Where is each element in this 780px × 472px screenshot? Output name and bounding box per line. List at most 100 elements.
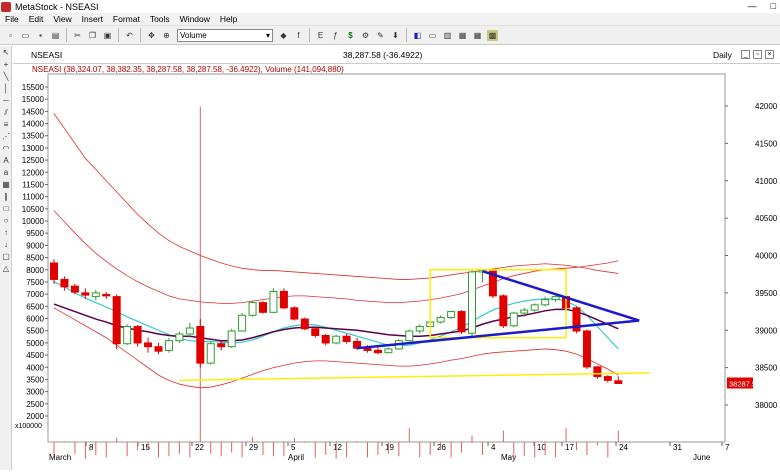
left-axis-label: 14000 xyxy=(22,120,45,129)
right-axis-label: 42000 xyxy=(755,102,778,111)
left-axis-label: 11000 xyxy=(22,193,44,202)
candle-body xyxy=(259,302,267,313)
layout-2-icon[interactable]: ▥ xyxy=(442,30,453,41)
candle-body xyxy=(405,330,414,342)
expert-icon[interactable]: ✎ xyxy=(375,30,386,41)
save-icon[interactable]: ▪ xyxy=(35,30,46,41)
zoom-icon[interactable]: ⊕ xyxy=(161,30,172,41)
left-axis-label: 4500 xyxy=(26,351,44,360)
menu-insert[interactable]: Insert xyxy=(77,14,108,24)
candle-body xyxy=(133,326,142,344)
candle-body xyxy=(321,334,330,344)
downloader-icon[interactable]: ⬇ xyxy=(390,30,401,41)
layout-4-icon[interactable]: ▦ xyxy=(472,30,483,41)
x-axis-label: 24 xyxy=(619,443,628,452)
paste-icon[interactable]: ▣ xyxy=(102,30,113,41)
horizontal-line-icon[interactable]: ─ xyxy=(1,95,11,106)
menu-format[interactable]: Format xyxy=(108,14,145,24)
candle-body xyxy=(185,327,194,335)
fx-icon[interactable]: ƒ xyxy=(330,30,341,41)
open-folder-icon[interactable]: ▭ xyxy=(20,30,31,41)
left-axis-label: 13000 xyxy=(22,144,45,153)
explorer-icon[interactable]: E xyxy=(315,30,326,41)
layout-5-icon[interactable]: ▩ xyxy=(487,29,498,41)
square-icon[interactable]: ▢ xyxy=(1,251,11,262)
candle-body xyxy=(175,333,184,342)
pointer-icon[interactable]: ↖ xyxy=(1,47,11,58)
candle-body xyxy=(499,295,508,327)
left-axis-label: 2500 xyxy=(26,400,44,409)
candle-body xyxy=(436,317,445,323)
left-axis-label: 7000 xyxy=(26,290,44,299)
price-chart[interactable]: 15500 15000 14500 14000 13500 13000 12500 12000… xyxy=(13,64,780,470)
crosshair-icon[interactable]: + xyxy=(1,59,11,70)
layout-3-icon[interactable]: ▦ xyxy=(457,30,468,41)
chevron-down-icon: ▾ xyxy=(265,30,270,40)
indicator-apply-icon[interactable]: ◆ xyxy=(278,30,289,41)
arc-icon[interactable]: ◠ xyxy=(1,143,11,154)
left-axis-label: 12500 xyxy=(22,156,45,165)
layout-1-icon[interactable]: ▭ xyxy=(427,30,438,41)
menu-file[interactable]: File xyxy=(0,14,24,24)
candle-body xyxy=(614,380,623,384)
candle-body xyxy=(102,293,111,297)
candle-body xyxy=(582,330,591,368)
candle-body xyxy=(217,343,226,348)
menu-tools[interactable]: Tools xyxy=(145,14,175,24)
arrow-down-icon[interactable]: ↓ xyxy=(1,239,11,250)
text-tool-icon[interactable]: A xyxy=(1,155,11,166)
vertical-line-icon[interactable]: │ xyxy=(1,83,11,94)
x-axis-month: April xyxy=(288,453,304,462)
cycle-icon[interactable]: ∥ xyxy=(1,191,11,202)
menu-bar: File Edit View Insert Format Tools Windo… xyxy=(0,13,780,26)
candle-body xyxy=(91,292,100,298)
rectangle-icon[interactable]: □ xyxy=(1,203,11,214)
candle-body xyxy=(290,307,299,320)
chart-window-price: 38,287.58 (-36.4922) xyxy=(343,49,423,60)
channel-icon[interactable]: ⫽ xyxy=(1,107,11,118)
left-axis-label: 11500 xyxy=(22,180,44,189)
chart-legend: NSEASI (38,324.07, 38,382.35, 38,287.58,… xyxy=(32,65,344,74)
chart-window-period: Daily xyxy=(713,49,732,60)
x-axis-label: 17 xyxy=(565,443,574,452)
abc-icon[interactable]: a xyxy=(1,167,11,178)
arrow-up-icon[interactable]: ↑ xyxy=(1,227,11,238)
maximize-icon[interactable]: □ xyxy=(771,1,776,11)
triangle-icon[interactable]: △ xyxy=(1,263,11,274)
undo-icon[interactable]: ↶ xyxy=(124,30,135,41)
menu-view[interactable]: View xyxy=(48,14,76,24)
right-axis-label: 41000 xyxy=(755,177,778,186)
indicator-select[interactable]: Volume ▾ xyxy=(177,28,273,42)
fibonacci-icon[interactable]: ≡ xyxy=(1,119,11,130)
left-axis-label: 12000 xyxy=(22,168,45,177)
candle-body xyxy=(593,366,602,378)
new-file-icon[interactable]: ▫ xyxy=(5,30,16,41)
candle-body xyxy=(154,346,163,352)
cut-icon[interactable]: ✂ xyxy=(72,30,83,41)
fan-icon[interactable]: ⋰ xyxy=(1,131,11,142)
chart-minimize-icon[interactable]: _ xyxy=(741,50,750,59)
copy-icon[interactable]: ❐ xyxy=(87,30,98,41)
menu-edit[interactable]: Edit xyxy=(24,14,49,24)
x-axis-label: 7 xyxy=(725,443,730,452)
candle-body xyxy=(311,328,320,336)
menu-help[interactable]: Help xyxy=(215,14,242,24)
dollar-icon[interactable]: $ xyxy=(345,30,356,41)
chart-close-icon[interactable]: × xyxy=(765,50,774,59)
x-axis-label: 26 xyxy=(437,443,446,452)
indicator-builder-icon[interactable]: f xyxy=(293,30,304,41)
candle-body xyxy=(144,342,153,348)
system-tester-icon[interactable]: ⚙ xyxy=(360,30,371,41)
minimize-icon[interactable]: — xyxy=(748,1,757,11)
chart-icon[interactable]: ◧ xyxy=(412,30,423,41)
x-axis-label: 15 xyxy=(141,443,150,452)
menu-window[interactable]: Window xyxy=(175,14,215,24)
grid-icon[interactable]: ▦ xyxy=(1,179,11,190)
chart-restore-icon[interactable]: ▫ xyxy=(753,50,762,59)
trendline-icon[interactable]: ╲ xyxy=(1,71,11,82)
pan-icon[interactable]: ✥ xyxy=(146,30,157,41)
x-axis-month: March xyxy=(49,453,71,462)
ellipse-icon[interactable]: ○ xyxy=(1,215,11,226)
left-axis-label: 7500 xyxy=(26,278,44,287)
print-icon[interactable]: ▤ xyxy=(50,30,61,41)
